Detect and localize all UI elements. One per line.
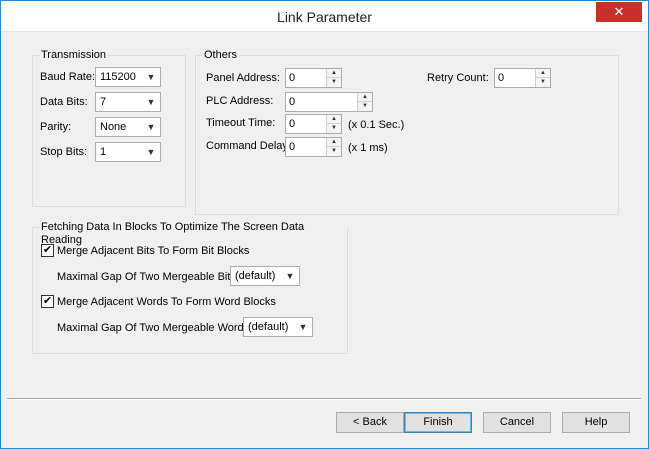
spin-up-icon[interactable]: ▲ — [327, 69, 341, 78]
help-button[interactable]: Help — [562, 412, 630, 433]
spinner-buttons[interactable]: ▲ ▼ — [326, 115, 341, 133]
dialog-client-area: Transmission Baud Rate: 115200 ▼ Data Bi… — [1, 33, 648, 448]
command-delay-unit: (x 1 ms) — [348, 142, 388, 154]
window-title: Link Parameter — [277, 9, 372, 25]
spin-up-icon[interactable]: ▲ — [536, 69, 550, 78]
merge-bits-checkbox[interactable]: ✔ — [41, 244, 54, 257]
spinner-buttons[interactable]: ▲ ▼ — [535, 69, 550, 87]
checkmark-icon: ✔ — [42, 244, 53, 256]
plc-address-label: PLC Address: — [206, 95, 274, 107]
spin-up-icon[interactable]: ▲ — [358, 93, 372, 102]
merge-words-checkbox[interactable]: ✔ — [41, 295, 54, 308]
stop-bits-select[interactable]: 1 ▼ — [95, 142, 161, 162]
gap-bits-value: (default) — [235, 270, 276, 282]
fetching-data-group: Fetching Data In Blocks To Optimize The … — [32, 221, 348, 354]
gap-bits-label: Maximal Gap Of Two Mergeable Bits: — [57, 271, 239, 283]
baud-rate-value: 115200 — [100, 71, 136, 83]
command-delay-spinner[interactable]: 0 ▲ ▼ — [285, 137, 342, 157]
timeout-time-label: Timeout Time: — [206, 117, 276, 129]
transmission-legend: Transmission — [39, 49, 108, 62]
link-parameter-dialog: Link Parameter ✕ Transmission Baud Rate:… — [0, 0, 649, 449]
retry-count-label: Retry Count: — [427, 72, 489, 84]
checkmark-icon: ✔ — [42, 295, 53, 307]
plc-address-spinner[interactable]: 0 ▲ ▼ — [285, 92, 373, 112]
chevron-down-icon: ▼ — [298, 322, 308, 332]
chevron-down-icon: ▼ — [146, 122, 156, 132]
gap-words-select[interactable]: (default) ▼ — [243, 317, 313, 337]
title-bar[interactable]: Link Parameter ✕ — [1, 1, 648, 32]
finish-button[interactable]: Finish — [404, 412, 472, 433]
stop-bits-value: 1 — [100, 146, 107, 158]
others-legend: Others — [202, 49, 240, 62]
data-bits-label: Data Bits: — [40, 96, 88, 108]
data-bits-value: 7 — [100, 96, 107, 108]
parity-value: None — [100, 121, 127, 133]
merge-words-label[interactable]: Merge Adjacent Words To Form Word Blocks — [57, 295, 276, 309]
parity-select[interactable]: None ▼ — [95, 117, 161, 137]
close-icon: ✕ — [613, 4, 625, 19]
chevron-down-icon: ▼ — [146, 72, 156, 82]
data-bits-select[interactable]: 7 ▼ — [95, 92, 161, 112]
panel-address-spinner[interactable]: 0 ▲ ▼ — [285, 68, 342, 88]
baud-rate-select[interactable]: 115200 ▼ — [95, 67, 161, 87]
command-delay-value: 0 — [289, 141, 296, 153]
back-button[interactable]: < Back — [336, 412, 404, 433]
retry-count-spinner[interactable]: 0 ▲ ▼ — [494, 68, 551, 88]
spinner-buttons[interactable]: ▲ ▼ — [326, 138, 341, 156]
timeout-time-value: 0 — [289, 118, 296, 130]
spin-up-icon[interactable]: ▲ — [327, 138, 341, 147]
gap-bits-select[interactable]: (default) ▼ — [230, 266, 300, 286]
cancel-button[interactable]: Cancel — [483, 412, 551, 433]
gap-words-label: Maximal Gap Of Two Mergeable Words: — [57, 322, 253, 334]
chevron-down-icon: ▼ — [285, 271, 295, 281]
retry-count-value: 0 — [498, 72, 505, 84]
transmission-group: Transmission Baud Rate: 115200 ▼ Data Bi… — [32, 49, 186, 207]
spin-down-icon[interactable]: ▼ — [327, 78, 341, 87]
chevron-down-icon: ▼ — [146, 97, 156, 107]
parity-label: Parity: — [40, 121, 72, 133]
gap-words-value: (default) — [248, 321, 289, 333]
spin-up-icon[interactable]: ▲ — [327, 115, 341, 124]
close-button[interactable]: ✕ — [596, 2, 642, 22]
command-delay-label: Command Delay: — [206, 140, 291, 152]
panel-address-label: Panel Address: — [206, 72, 280, 84]
others-group: Others Panel Address: 0 ▲ ▼ Retry Count:… — [195, 49, 619, 215]
footer-divider — [7, 398, 641, 400]
baud-rate-label: Baud Rate: — [40, 71, 96, 83]
stop-bits-label: Stop Bits: — [40, 146, 88, 158]
spin-down-icon[interactable]: ▼ — [327, 124, 341, 133]
timeout-time-spinner[interactable]: 0 ▲ ▼ — [285, 114, 342, 134]
plc-address-value: 0 — [289, 96, 296, 108]
merge-bits-label[interactable]: Merge Adjacent Bits To Form Bit Blocks — [57, 244, 249, 258]
timeout-unit: (x 0.1 Sec.) — [348, 119, 405, 131]
spin-down-icon[interactable]: ▼ — [358, 102, 372, 111]
spinner-buttons[interactable]: ▲ ▼ — [326, 69, 341, 87]
chevron-down-icon: ▼ — [146, 147, 156, 157]
panel-address-value: 0 — [289, 72, 296, 84]
spin-down-icon[interactable]: ▼ — [536, 78, 550, 87]
spinner-buttons[interactable]: ▲ ▼ — [357, 93, 372, 111]
spin-down-icon[interactable]: ▼ — [327, 147, 341, 156]
